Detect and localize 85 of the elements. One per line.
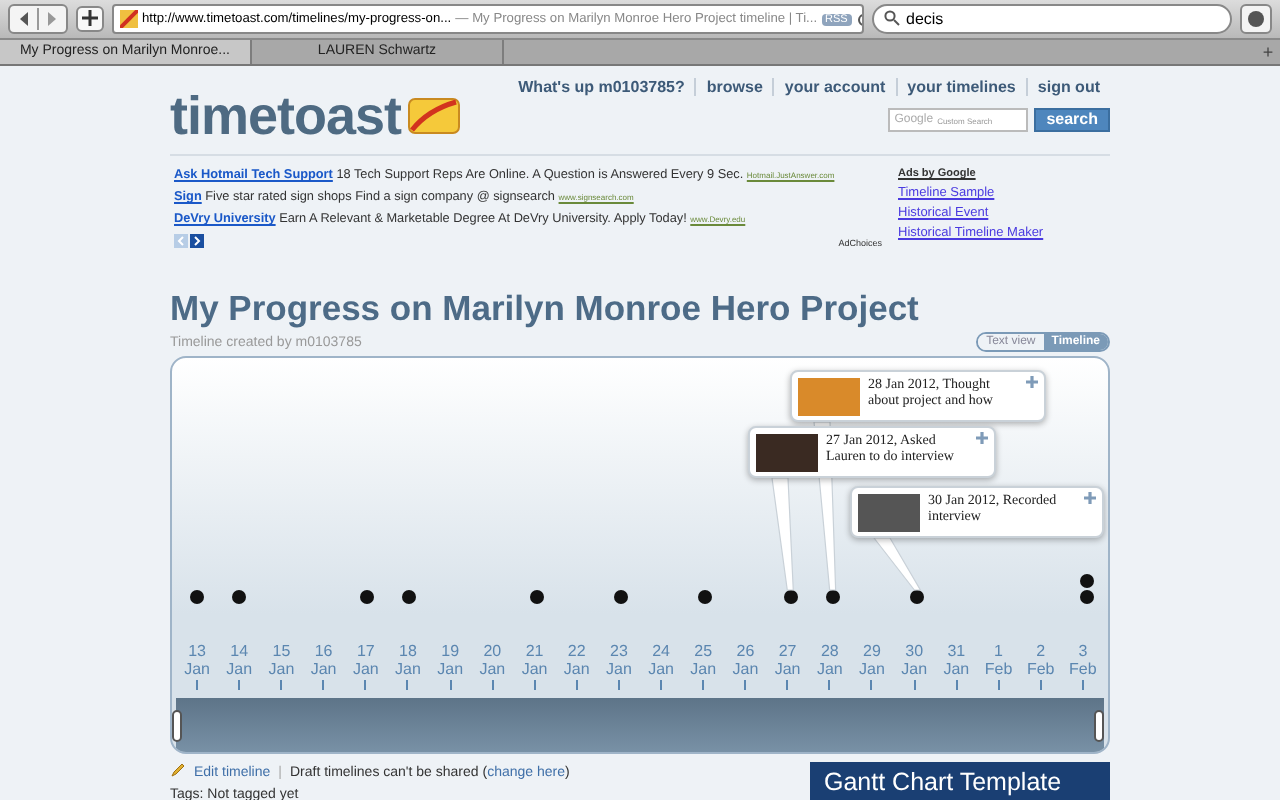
date-day: 31 [947, 642, 966, 660]
date-day: 13 [188, 642, 206, 660]
event-dot[interactable] [910, 590, 925, 604]
ad-banner[interactable]: Gantt Chart Template [810, 762, 1110, 800]
date-month: Jan [732, 660, 759, 678]
event-dot[interactable] [402, 590, 416, 604]
date-month: Jan [690, 660, 717, 678]
date-day: 19 [441, 642, 460, 660]
date-day: 29 [863, 642, 881, 660]
scrubber-handle[interactable] [172, 710, 182, 742]
event-dot[interactable] [783, 590, 798, 604]
date-month: Jan [648, 660, 674, 678]
leader-line [872, 537, 922, 591]
nav-link[interactable]: your account [772, 78, 896, 96]
date-month: Jan [352, 660, 379, 678]
next-icon[interactable] [190, 234, 204, 252]
date-month: Feb [1069, 660, 1097, 678]
date-day: 25 [694, 642, 713, 660]
nav-link[interactable]: sign out [1025, 78, 1110, 96]
favicon-icon [120, 10, 138, 28]
date-day: 2 [1036, 642, 1046, 660]
search-field[interactable]: decis [872, 4, 1232, 34]
date-month: Jan [310, 660, 337, 678]
date-day: 22 [567, 642, 586, 660]
date-day: 27 [778, 642, 797, 660]
date-month: Jan [226, 660, 253, 678]
event-dot[interactable] [190, 590, 205, 604]
date-month: Feb [1026, 660, 1055, 678]
date-day: 16 [314, 642, 333, 660]
event-dot[interactable] [1079, 590, 1094, 604]
pencil-icon [170, 762, 186, 782]
event-dot[interactable] [825, 590, 840, 604]
date-day: 28 [820, 642, 839, 660]
expand-plus-icon[interactable] [976, 432, 988, 444]
date-day: 20 [483, 642, 502, 660]
date-month: Jan [859, 660, 885, 678]
date-day: 23 [610, 642, 628, 660]
event-dot[interactable] [529, 590, 544, 604]
date-day: 15 [272, 642, 291, 660]
photo-placeholder [756, 434, 818, 472]
event-dot[interactable] [232, 590, 247, 604]
new-tab-button[interactable]: + [1256, 40, 1280, 64]
event-dot[interactable] [1079, 574, 1094, 588]
date-day: 18 [399, 642, 417, 660]
search-icon [884, 9, 900, 29]
nav-link[interactable]: your timelines [895, 78, 1026, 96]
back-forward-buttons[interactable] [8, 4, 68, 34]
photo-placeholder [798, 378, 860, 416]
date-month: Jan [437, 660, 464, 678]
date-month: Jan [563, 660, 590, 678]
date-day: 24 [652, 642, 670, 660]
nav-link[interactable]: browse [694, 78, 773, 96]
expand-plus-icon[interactable] [1026, 376, 1038, 388]
date-month: Jan [943, 660, 970, 678]
date-month: Jan [521, 660, 548, 678]
date-day: 1 [994, 642, 1003, 660]
date-month: Jan [268, 660, 295, 678]
date-month: Feb [984, 660, 1013, 678]
date-month: Jan [816, 660, 843, 678]
date-month: Jan [184, 660, 210, 678]
event-dot[interactable] [698, 590, 713, 604]
date-day: 14 [230, 642, 249, 660]
search-button[interactable]: search [1034, 108, 1110, 132]
timeline-title: My Progress on Marilyn Monroe Hero Project [170, 288, 921, 330]
event-dot[interactable] [359, 590, 374, 604]
date-month: Jan [901, 660, 928, 678]
date-month: Jan [774, 660, 801, 678]
date-day: 3 [1078, 642, 1088, 660]
reader-icon[interactable] [1240, 4, 1272, 34]
date-month: Jan [395, 660, 421, 678]
date-day: 26 [736, 642, 755, 660]
expand-plus-icon[interactable] [1084, 492, 1096, 504]
date-month: Jan [606, 660, 632, 678]
toast-logo-icon [407, 98, 460, 134]
event-dot[interactable] [613, 590, 628, 604]
add-bookmark-button[interactable] [76, 6, 104, 32]
date-day: 30 [905, 642, 924, 660]
site-logo[interactable]: timetoast [170, 85, 402, 147]
leader-line [771, 477, 794, 591]
date-month: Jan [479, 660, 506, 678]
date-day: 21 [525, 642, 544, 660]
scrubber-handle[interactable] [1094, 710, 1104, 742]
photo-placeholder [858, 494, 920, 532]
date-day: 17 [356, 642, 375, 660]
nav-link[interactable]: What's up m0103785? [508, 78, 695, 96]
